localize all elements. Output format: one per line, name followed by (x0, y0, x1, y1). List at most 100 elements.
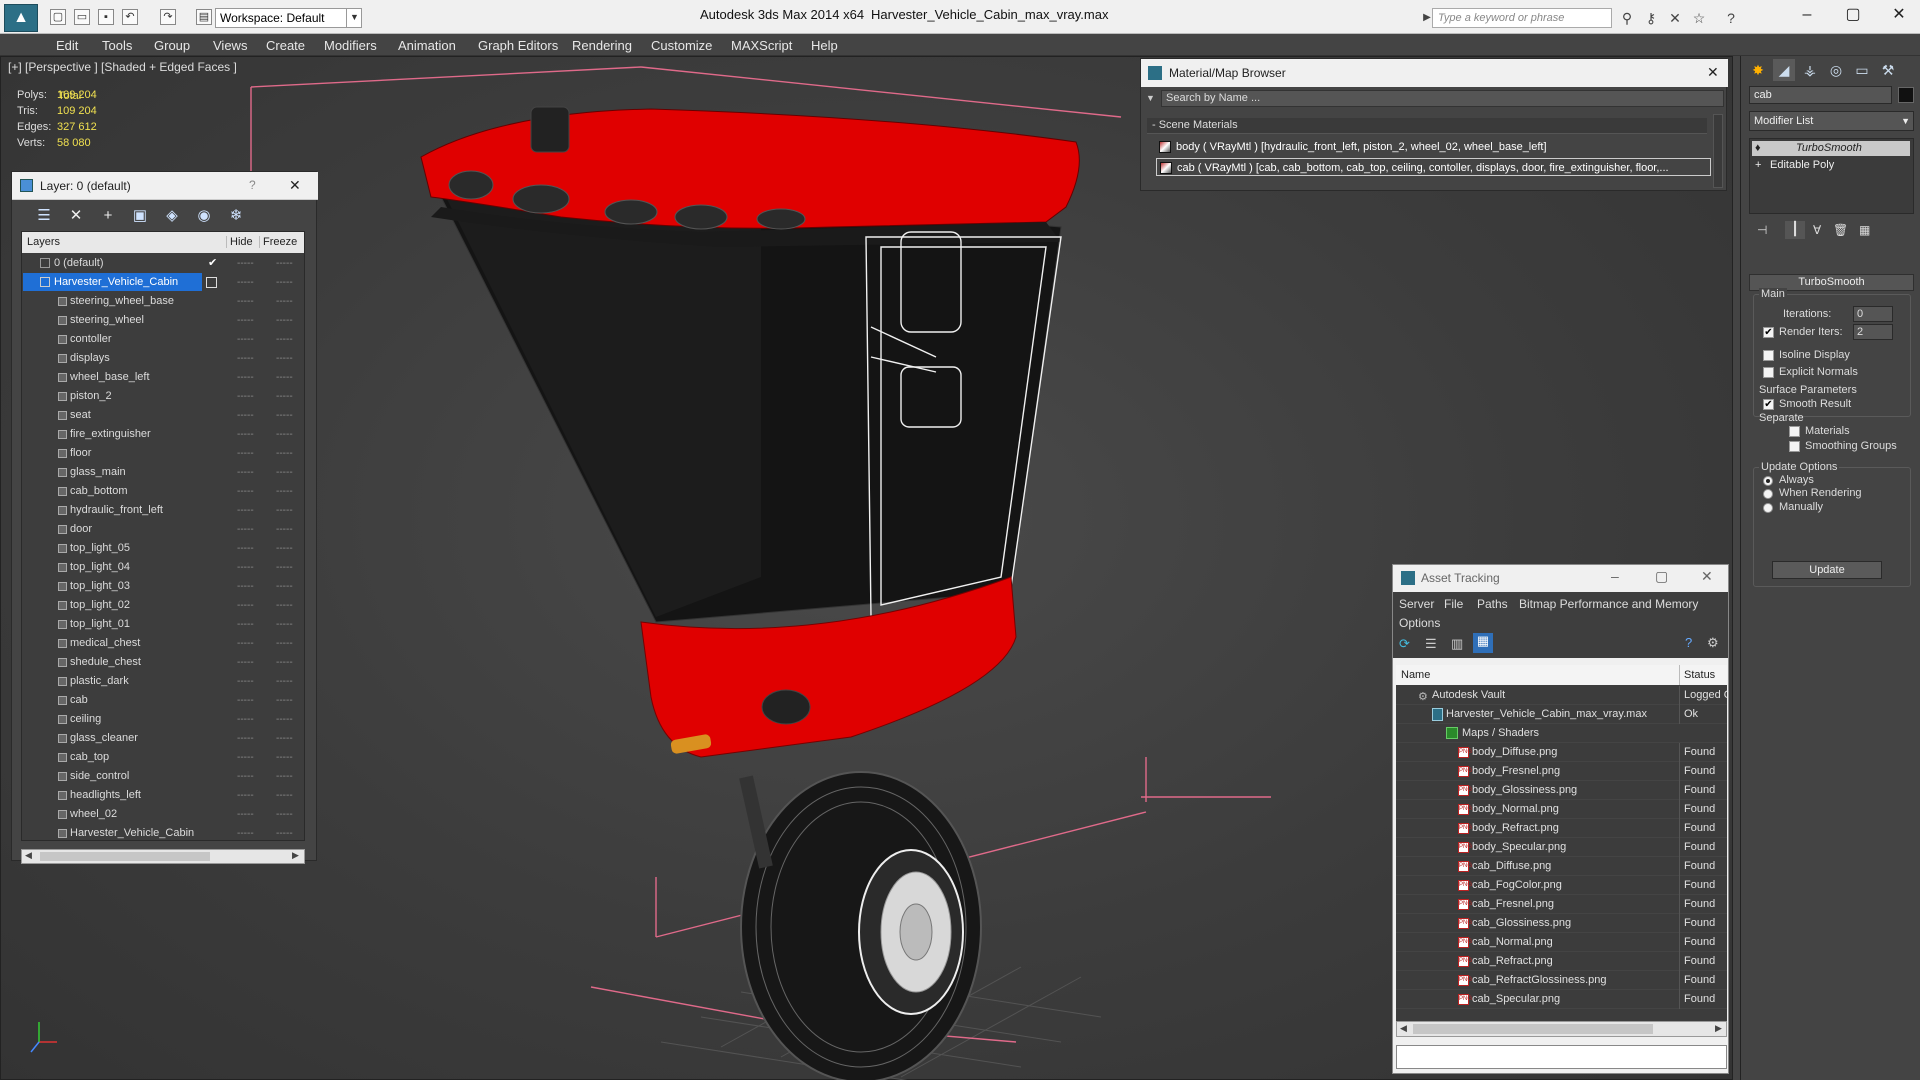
asset-map-row[interactable]: PNG body_Fresnel.png Found (1396, 762, 1727, 781)
layer-object-row[interactable]: floor ----- ----- (22, 444, 304, 463)
layer-help-button[interactable]: ? (249, 178, 256, 192)
layer-row-default[interactable]: 0 (default) ✔ ----- ----- (22, 254, 304, 273)
scroll-left-icon[interactable]: ◀ (25, 850, 32, 861)
layer-object-row[interactable]: cab_top ----- ----- (22, 748, 304, 767)
scroll-right-icon[interactable]: ▶ (292, 850, 299, 861)
stack-item-editable-poly[interactable]: + Editable Poly (1752, 158, 1910, 173)
modifier-list-dropdown[interactable]: Modifier List ▼ (1749, 111, 1914, 131)
favorites-star-icon[interactable]: ☆ (1690, 9, 1708, 27)
hide-toggle[interactable]: ----- (237, 805, 254, 824)
freeze-toggle[interactable]: ----- (276, 767, 293, 786)
active-layer-check-icon[interactable]: ✔ (208, 254, 217, 273)
layer-object-row[interactable]: cab_bottom ----- ----- (22, 482, 304, 501)
material-row-body[interactable]: body ( VRayMtl ) [hydraulic_front_left, … (1156, 138, 1711, 156)
make-unique-icon[interactable]: ∀ (1813, 223, 1821, 237)
current-layer-icon[interactable] (206, 277, 217, 288)
asset-tracking-titlebar[interactable]: Asset Tracking – ▢ ✕ (1393, 565, 1728, 591)
asset-map-row[interactable]: PNG body_Refract.png Found (1396, 819, 1727, 838)
utilities-tab-icon[interactable]: ⚒ (1877, 59, 1899, 81)
hide-toggle[interactable]: ----- (237, 387, 254, 406)
material-scrollbar[interactable] (1713, 114, 1723, 188)
minimize-button[interactable]: – (1790, 4, 1824, 26)
asset-map-row[interactable]: PNG cab_Glossiness.png Found (1396, 914, 1727, 933)
hide-toggle[interactable]: ----- (237, 349, 254, 368)
freeze-toggle[interactable]: ----- (276, 577, 293, 596)
layer-object-row[interactable]: hydraulic_front_left ----- ----- (22, 501, 304, 520)
remove-modifier-icon[interactable]: 🗑 (1833, 223, 1848, 237)
freeze-toggle[interactable]: ----- (276, 387, 293, 406)
layer-object-row[interactable]: piston_2 ----- ----- (22, 387, 304, 406)
pin-stack-icon[interactable]: ⊣ (1757, 223, 1767, 237)
hide-toggle[interactable]: ----- (237, 596, 254, 615)
hide-toggle[interactable]: ----- (237, 824, 254, 840)
help-icon[interactable]: ? (1685, 635, 1692, 650)
hide-toggle[interactable]: ----- (237, 539, 254, 558)
freeze-toggle[interactable]: ----- (276, 710, 293, 729)
render-iters-checkbox[interactable]: ✔ (1763, 327, 1774, 338)
stack-item-turbosmooth[interactable]: ♦ TurboSmooth (1752, 141, 1910, 156)
hide-toggle[interactable]: ----- (237, 330, 254, 349)
menu-options[interactable]: Options (1399, 616, 1440, 630)
motion-tab-icon[interactable]: ◎ (1825, 59, 1847, 81)
freeze-toggle[interactable]: ----- (276, 330, 293, 349)
layer-object-row[interactable]: top_light_03 ----- ----- (22, 577, 304, 596)
new-file-icon[interactable]: ▢ (50, 9, 66, 25)
layer-object-row[interactable]: top_light_04 ----- ----- (22, 558, 304, 577)
hide-toggle[interactable]: ----- (237, 463, 254, 482)
freeze-toggle[interactable]: ----- (276, 501, 293, 520)
freeze-toggle[interactable]: ----- (276, 615, 293, 634)
binoculars-icon[interactable]: ⚲ (1618, 9, 1636, 27)
freeze-toggle[interactable]: ----- (276, 691, 293, 710)
hide-toggle[interactable]: ----- (237, 273, 254, 292)
asset-map-row[interactable]: PNG cab_FogColor.png Found (1396, 876, 1727, 895)
update-manually-radio[interactable] (1763, 503, 1773, 513)
freeze-toggle[interactable]: ----- (276, 463, 293, 482)
freeze-toggle[interactable]: ----- (276, 672, 293, 691)
freeze-toggle[interactable]: ----- (276, 824, 293, 840)
table-view-icon[interactable]: ▦ (1473, 633, 1493, 653)
smoothing-groups-checkbox[interactable] (1789, 441, 1800, 452)
layer-object-row[interactable]: top_light_01 ----- ----- (22, 615, 304, 634)
layer-row-harvester[interactable]: Harvester_Vehicle_Cabin ----- ----- (22, 273, 304, 292)
freeze-toggle[interactable]: ----- (276, 539, 293, 558)
hide-toggle[interactable]: ----- (237, 786, 254, 805)
separate-materials-checkbox[interactable] (1789, 426, 1800, 437)
menu-edit[interactable]: Edit (56, 38, 78, 53)
show-end-result-icon[interactable]: ┃ (1785, 221, 1805, 239)
menu-maxscript[interactable]: MAXScript (731, 38, 792, 53)
menu-views[interactable]: Views (213, 38, 247, 53)
hide-toggle[interactable]: ----- (237, 406, 254, 425)
hide-all-layers-icon[interactable]: ◉ (194, 206, 214, 226)
hide-toggle[interactable]: ----- (237, 710, 254, 729)
workspace-dropdown[interactable]: Workspace: Default (215, 8, 362, 28)
freeze-toggle[interactable]: ----- (276, 520, 293, 539)
highlight-layer-icon[interactable]: ◈ (162, 206, 182, 226)
refresh-icon[interactable]: ⟳ (1399, 636, 1410, 652)
layer-object-row[interactable]: plastic_dark ----- ----- (22, 672, 304, 691)
browser-options-icon[interactable]: ▼ (1146, 93, 1155, 103)
modify-tab-icon[interactable]: ◢ (1773, 59, 1795, 81)
layer-object-row[interactable]: wheel_02 ----- ----- (22, 805, 304, 824)
hide-toggle[interactable]: ----- (237, 558, 254, 577)
layer-object-row[interactable]: Harvester_Vehicle_Cabin ----- ----- (22, 824, 304, 840)
asset-map-row[interactable]: PNG body_Glossiness.png Found (1396, 781, 1727, 800)
hide-toggle[interactable]: ----- (237, 577, 254, 596)
freeze-toggle[interactable]: ----- (276, 653, 293, 672)
material-search-input[interactable]: Search by Name ... (1161, 90, 1724, 107)
menu-modifiers[interactable]: Modifiers (324, 38, 377, 53)
object-name-field[interactable]: cab (1749, 86, 1892, 104)
thumbnail-view-icon[interactable]: ▥ (1451, 636, 1463, 652)
hide-toggle[interactable]: ----- (237, 767, 254, 786)
update-always-radio[interactable] (1763, 476, 1773, 486)
hide-toggle[interactable]: ----- (237, 425, 254, 444)
asset-map-row[interactable]: PNG cab_Specular.png Found (1396, 990, 1727, 1009)
isoline-display-checkbox[interactable] (1763, 350, 1774, 361)
hide-toggle[interactable]: ----- (237, 520, 254, 539)
menu-create[interactable]: Create (266, 38, 305, 53)
menu-bitmap-performance[interactable]: Bitmap Performance and Memory (1519, 597, 1698, 611)
layer-object-row[interactable]: door ----- ----- (22, 520, 304, 539)
asset-map-row[interactable]: PNG body_Normal.png Found (1396, 800, 1727, 819)
maximize-button[interactable]: ▢ (1655, 568, 1668, 585)
update-when-rendering-radio[interactable] (1763, 489, 1773, 499)
object-color-swatch[interactable] (1898, 87, 1914, 103)
